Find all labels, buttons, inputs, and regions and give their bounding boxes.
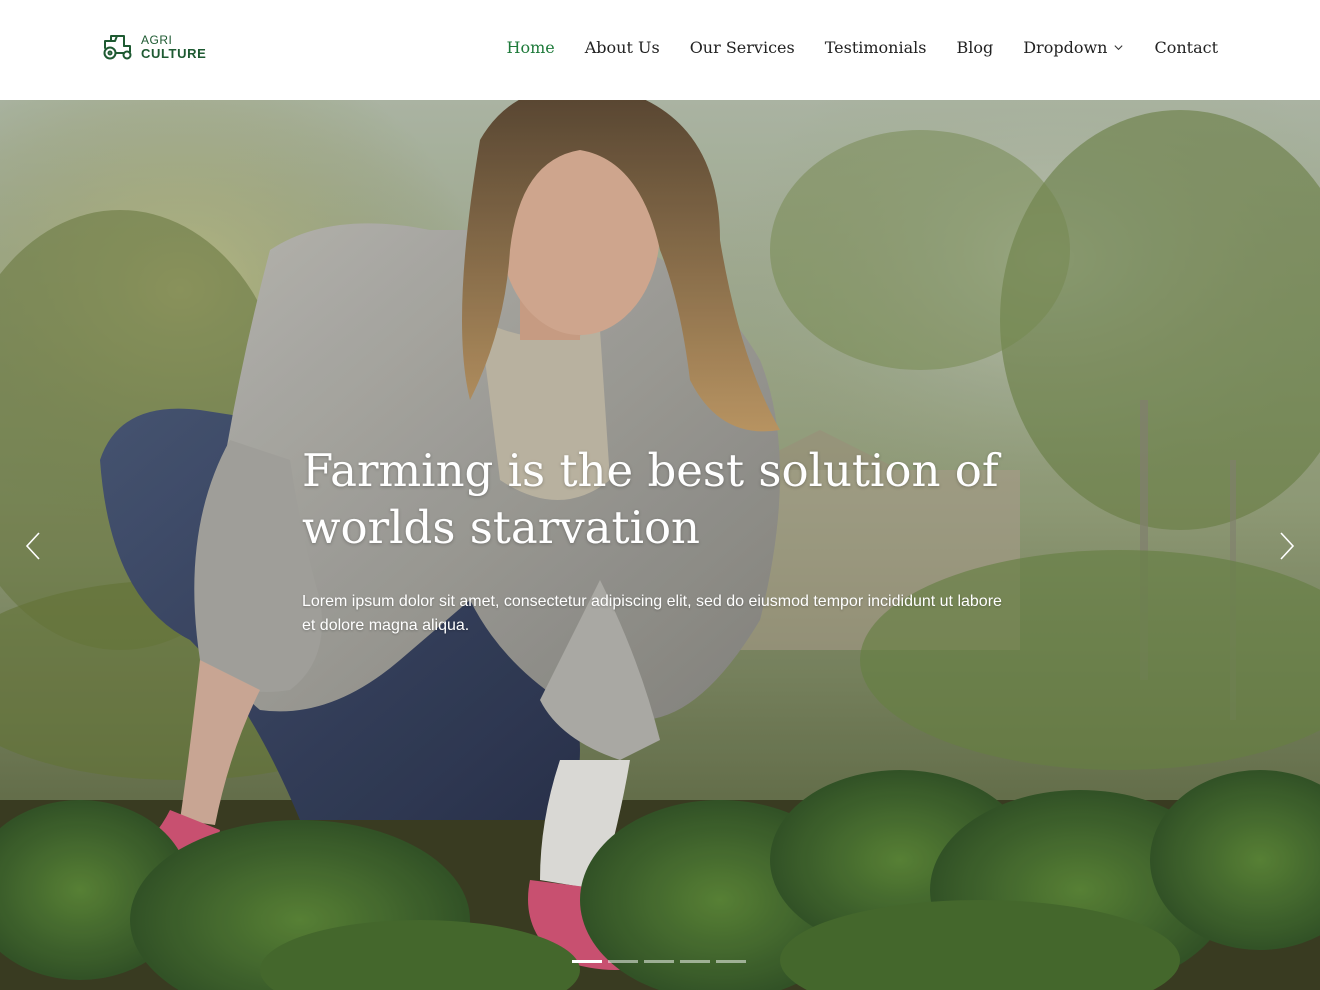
carousel-next-button[interactable] — [1267, 526, 1307, 566]
tractor-icon — [103, 35, 132, 60]
carousel-indicator-2[interactable] — [608, 960, 638, 963]
carousel-indicators — [572, 960, 746, 963]
nav-blog[interactable]: Blog — [956, 38, 993, 57]
hero-content: Farming is the best solution of worlds s… — [302, 442, 1022, 638]
hero-text: Lorem ipsum dolor sit amet, consectetur … — [302, 593, 1002, 634]
nav-contact[interactable]: Contact — [1154, 38, 1218, 57]
nav-dropdown[interactable]: Dropdown — [1023, 38, 1124, 57]
carousel-indicator-3[interactable] — [644, 960, 674, 963]
chevron-left-icon — [25, 532, 40, 560]
carousel-indicator-4[interactable] — [680, 960, 710, 963]
nav-our-services[interactable]: Our Services — [690, 38, 795, 57]
nav-about-us[interactable]: About Us — [585, 38, 660, 57]
main-nav: Home About Us Our Services Testimonials … — [507, 38, 1219, 57]
hero-title: Farming is the best solution of worlds s… — [302, 444, 999, 554]
logo-line-2: CULTURE — [141, 46, 207, 61]
carousel-indicator-1[interactable] — [572, 960, 602, 963]
logo-link[interactable]: AGRI CULTURE — [101, 33, 206, 61]
chevron-right-icon — [1280, 532, 1295, 560]
nav-home[interactable]: Home — [507, 38, 555, 57]
nav-testimonials[interactable]: Testimonials — [825, 38, 927, 57]
chevron-down-icon — [1114, 45, 1124, 51]
nav-dropdown-label: Dropdown — [1023, 38, 1108, 57]
carousel-indicator-5[interactable] — [716, 960, 746, 963]
hero-carousel: Farming is the best solution of worlds s… — [0, 100, 1320, 990]
carousel-prev-button[interactable] — [13, 526, 53, 566]
site-header: AGRI CULTURE Home About Us Our Services … — [0, 0, 1320, 100]
logo-text: AGRI CULTURE — [141, 34, 207, 61]
